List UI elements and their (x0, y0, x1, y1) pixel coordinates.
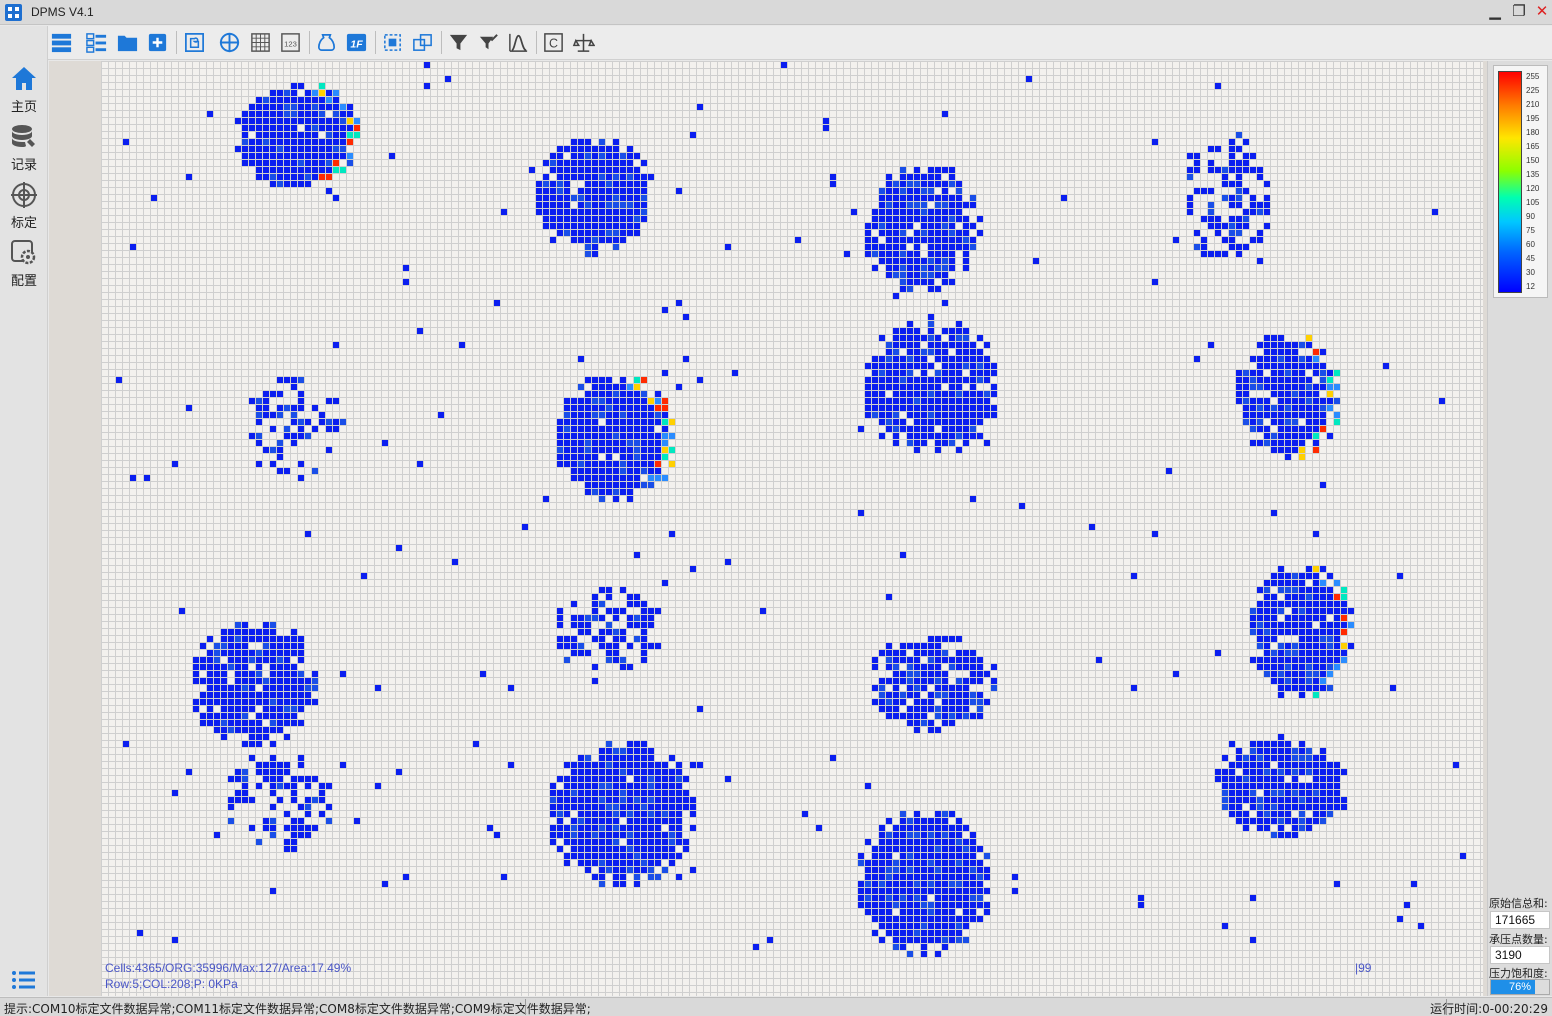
pressure-view[interactable]: Cells:4365/ORG:35996/Max:127/Area:17.49%… (49, 61, 1487, 996)
gear-icon (11, 240, 36, 265)
sidebar-item-config[interactable]: 配置 (2, 234, 46, 290)
toolbar-separator (176, 31, 177, 54)
sidebar-item-calibrate[interactable]: 标定 (2, 176, 46, 232)
number-display-icon[interactable]: 123 (277, 29, 304, 56)
sidebar-item-label: 记录 (10, 158, 37, 173)
pressure-blob (235, 83, 360, 187)
sidebar-item-label: 标定 (10, 216, 37, 231)
color-gradient (1498, 71, 1522, 293)
pressure-blob (1236, 335, 1340, 460)
list-menu-icon[interactable] (8, 966, 40, 994)
open-folder-icon[interactable] (114, 29, 141, 56)
run-time: 运行时间:0-00:20:29 (1430, 1002, 1548, 1016)
pressure-blob (865, 314, 997, 453)
maximize-button[interactable]: ❐ (1508, 2, 1530, 22)
add-icon[interactable] (144, 29, 171, 56)
status-divider (525, 999, 526, 1015)
cell-stats-text: Cells:4365/ORG:35996/Max:127/Area:17.49% (105, 961, 352, 975)
svg-text:123: 123 (284, 39, 297, 48)
toolbar-separator (309, 31, 310, 54)
toolbar-separator (536, 31, 537, 54)
pressure-blob (1250, 566, 1354, 698)
saturation-value: 76% (1508, 981, 1532, 993)
window-title: DPMS V4.1 (31, 5, 94, 19)
pressure-blob (858, 811, 990, 957)
frame-1f-icon[interactable]: 1F (343, 29, 370, 56)
color-legend-tick: 210 (1526, 100, 1540, 109)
color-legend: 255 225 210 195 180 165 150 135 120 105 90 75 60 45 30… (1493, 65, 1548, 298)
select-region-icon[interactable] (379, 29, 406, 56)
toolbar-separator (375, 31, 376, 54)
cursor-position-text: Row:5;COL:208;P: 0KPa (105, 977, 238, 991)
saturation-progress: 76% (1490, 979, 1550, 995)
curve-chart-icon[interactable] (505, 29, 532, 56)
raw-sum-label: 原始信总和: (1489, 897, 1548, 910)
crosshair-icon[interactable] (216, 29, 243, 56)
sidebar: 主页 记录 标定 配置 (0, 26, 48, 996)
detail-view-icon[interactable] (83, 29, 110, 56)
status-bar: 提示:COM10标定文件数据异常;COM11标定文件数据异常;COM8标定文件数… (0, 997, 1552, 1016)
database-icon (12, 125, 35, 147)
puzzle-icon[interactable] (181, 29, 208, 56)
bag-icon[interactable] (313, 29, 340, 56)
sidebar-item-home[interactable]: 主页 (2, 60, 46, 116)
color-legend-tick: 135 (1526, 170, 1540, 179)
color-legend-tick: 45 (1526, 254, 1535, 263)
status-message: 提示:COM10标定文件数据异常;COM11标定文件数据异常;COM8标定文件数… (4, 1002, 591, 1016)
sidebar-item-label: 配置 (10, 274, 37, 289)
grid-icon[interactable] (247, 29, 274, 56)
pressure-blob (557, 587, 661, 670)
frame-number: |99 (1355, 961, 1372, 975)
svg-text:C: C (549, 36, 558, 50)
color-legend-tick: 180 (1526, 128, 1540, 137)
app-logo-icon (5, 4, 22, 21)
balance-icon[interactable] (570, 29, 597, 56)
minimize-button[interactable]: ▁ (1484, 2, 1506, 22)
color-legend-tick: 255 (1526, 72, 1540, 81)
pressure-blob (536, 139, 654, 257)
pressure-noise (116, 62, 1466, 950)
pressure-blob (557, 377, 675, 502)
pressure-blob (1187, 132, 1270, 257)
pressure-blob (872, 636, 997, 733)
points-value: 3190 (1490, 946, 1550, 964)
title-bar: DPMS V4.1 ▁ ❐ ✕ (0, 0, 1552, 25)
pressure-blob (865, 167, 983, 292)
color-legend-tick: 165 (1526, 142, 1540, 151)
color-legend-tick: 75 (1526, 226, 1535, 235)
color-legend-tick: 150 (1526, 156, 1540, 165)
color-legend-tick: 90 (1526, 212, 1535, 221)
pressure-blob (249, 377, 346, 481)
pressure-heatmap (116, 62, 1466, 957)
overlap-region-icon[interactable] (409, 29, 436, 56)
calibrate-c-icon[interactable]: C (540, 29, 567, 56)
svg-text:1F: 1F (350, 38, 363, 50)
crosshair-icon (11, 182, 37, 208)
list-view-icon[interactable] (48, 29, 75, 56)
filter-settings-icon[interactable] (475, 29, 502, 56)
color-legend-tick: 195 (1526, 114, 1540, 123)
color-legend-tick: 30 (1526, 268, 1535, 277)
pressure-blob (228, 755, 332, 852)
pressure-blob (550, 741, 696, 887)
sidebar-item-records[interactable]: 记录 (2, 118, 46, 174)
toolbar-separator (441, 31, 442, 54)
close-button[interactable]: ✕ (1531, 2, 1552, 22)
color-legend-tick: 60 (1526, 240, 1535, 249)
sidebar-item-label: 主页 (10, 100, 37, 115)
home-icon (12, 67, 36, 90)
right-panel: 255 225 210 195 180 165 150 135 120 105 90 75 60 45 30… (1487, 61, 1552, 996)
raw-sum-value: 171665 (1490, 911, 1550, 929)
color-legend-tick: 120 (1526, 184, 1540, 193)
color-legend-tick: 225 (1526, 86, 1540, 95)
points-label: 承压点数量: (1489, 933, 1548, 946)
filter-icon[interactable] (445, 29, 472, 56)
color-legend-tick: 12 (1526, 282, 1535, 291)
color-legend-tick: 105 (1526, 198, 1540, 207)
toolbar: 123 1F C (48, 26, 1552, 60)
